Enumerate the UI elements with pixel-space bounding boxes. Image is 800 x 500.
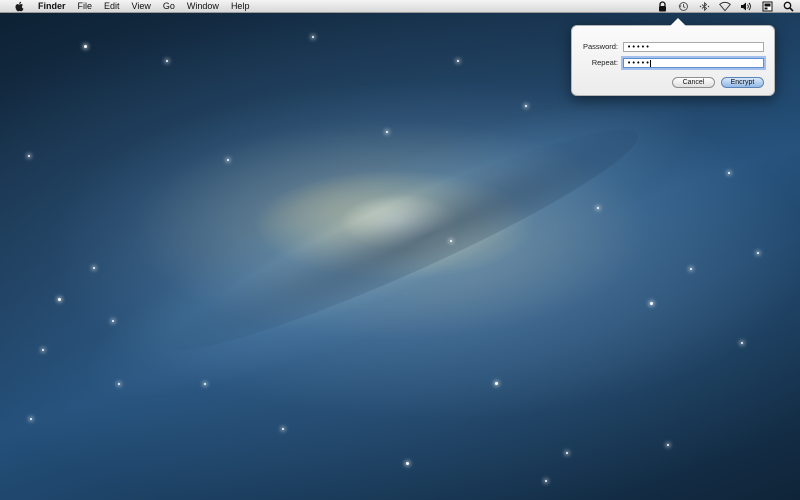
repeat-value: ••••• (627, 59, 651, 67)
password-value: ••••• (627, 43, 651, 51)
wallpaper-star (690, 268, 692, 270)
apple-logo-icon[interactable] (12, 1, 26, 12)
popover-arrow (670, 18, 686, 26)
desktop[interactable]: Finder File Edit View Go Window Help Pas… (0, 0, 800, 500)
time-machine-icon[interactable] (677, 1, 689, 13)
status-menu-area (656, 0, 794, 13)
menu-go[interactable]: Go (157, 0, 181, 13)
menu-bar: Finder File Edit View Go Window Help (0, 0, 800, 13)
password-row: Password: ••••• (572, 41, 776, 53)
wallpaper-star (93, 267, 95, 269)
text-caret (650, 59, 652, 67)
wallpaper-star (204, 383, 206, 385)
repeat-row: Repeat: ••••• (572, 57, 776, 69)
repeat-password-field[interactable]: ••••• (623, 58, 764, 68)
wallpaper-star (406, 462, 409, 465)
menu-edit[interactable]: Edit (98, 0, 126, 13)
wallpaper-star (30, 418, 32, 420)
lock-icon[interactable] (656, 1, 668, 13)
wallpaper-star (495, 382, 498, 385)
wallpaper-star (741, 342, 743, 344)
wallpaper-star (450, 240, 452, 242)
wallpaper-star (728, 172, 730, 174)
wallpaper-star (58, 298, 61, 301)
cancel-button[interactable]: Cancel (672, 77, 715, 88)
volume-icon[interactable] (740, 1, 752, 13)
wallpaper-star (757, 252, 759, 254)
wallpaper-star (650, 302, 653, 305)
menu-app-name[interactable]: Finder (36, 0, 72, 13)
wallpaper-star (525, 105, 527, 107)
wifi-icon[interactable] (719, 1, 731, 13)
menu-window[interactable]: Window (181, 0, 225, 13)
wallpaper-galaxy-dust (148, 102, 652, 378)
wallpaper-star (42, 349, 44, 351)
wallpaper-star (166, 60, 168, 62)
wallpaper-star (282, 428, 284, 430)
wallpaper-star (227, 159, 229, 161)
wallpaper-star (457, 60, 459, 62)
menu-help[interactable]: Help (225, 0, 256, 13)
wallpaper-star (566, 452, 568, 454)
wallpaper-star (84, 45, 87, 48)
input-source-icon[interactable] (761, 1, 773, 13)
wallpaper-star (312, 36, 314, 38)
spotlight-search-icon[interactable] (782, 1, 794, 13)
wallpaper-star (597, 207, 599, 209)
wallpaper-star (667, 444, 669, 446)
encrypt-button[interactable]: Encrypt (721, 77, 764, 88)
wallpaper-star (28, 155, 30, 157)
repeat-label: Repeat: (591, 58, 618, 67)
wallpaper-star (118, 383, 120, 385)
wallpaper-star (386, 131, 388, 133)
password-label: Password: (582, 42, 618, 51)
bluetooth-icon[interactable] (698, 1, 710, 13)
menu-view[interactable]: View (126, 0, 157, 13)
password-field[interactable]: ••••• (623, 42, 764, 52)
menu-file[interactable]: File (72, 0, 99, 13)
encrypt-popover: Password: ••••• Repeat: ••••• Cancel Enc… (571, 18, 776, 96)
wallpaper-star (112, 320, 114, 322)
wallpaper-star (545, 480, 547, 482)
